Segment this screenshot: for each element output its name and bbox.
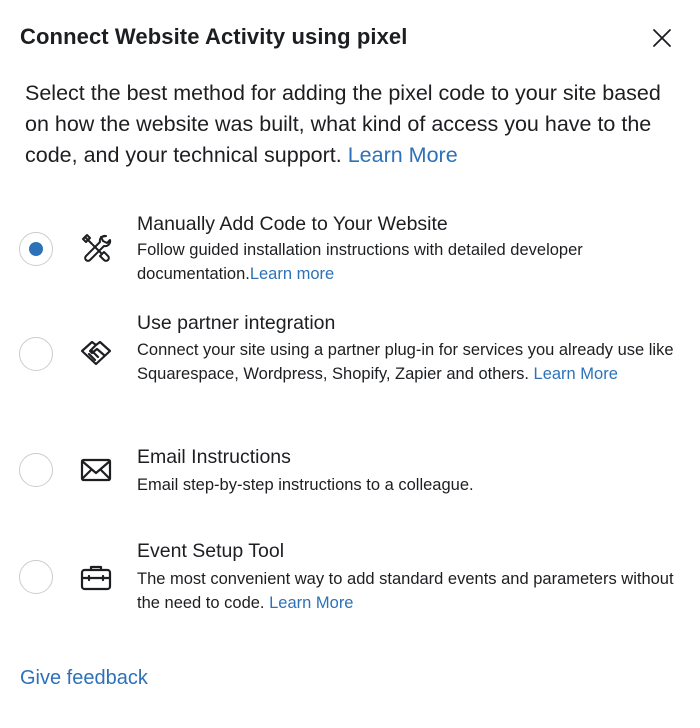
option-title: Use partner integration bbox=[137, 312, 336, 334]
radio-event-setup-tool[interactable] bbox=[19, 560, 53, 594]
option-description-text: Email step-by-step instructions to a col… bbox=[137, 476, 474, 494]
radio-partner-integration[interactable] bbox=[19, 337, 53, 371]
option-description: The most convenient way to add standard … bbox=[137, 568, 677, 615]
intro-text: Select the best method for adding the pi… bbox=[25, 81, 661, 167]
envelope-icon bbox=[80, 458, 112, 482]
handshake-icon bbox=[80, 340, 112, 366]
option-learn-more-link[interactable]: Learn More bbox=[534, 365, 618, 383]
option-description: Follow guided installation instructions … bbox=[137, 239, 677, 286]
option-learn-more-link[interactable]: Learn more bbox=[250, 265, 334, 283]
close-button[interactable] bbox=[648, 24, 676, 52]
dialog-intro: Select the best method for adding the pi… bbox=[25, 78, 675, 171]
option-title: Manually Add Code to Your Website bbox=[137, 213, 448, 235]
option-title: Event Setup Tool bbox=[137, 540, 285, 562]
intro-learn-more-link[interactable]: Learn More bbox=[348, 143, 458, 167]
option-description: Email step-by-step instructions to a col… bbox=[137, 474, 677, 498]
connect-pixel-dialog: Connect Website Activity using pixel Sel… bbox=[0, 0, 700, 728]
option-description: Connect your site using a partner plug-i… bbox=[137, 339, 677, 386]
radio-email-instructions[interactable] bbox=[19, 453, 53, 487]
dialog-title: Connect Website Activity using pixel bbox=[20, 24, 408, 49]
option-description-text: The most convenient way to add standard … bbox=[137, 570, 674, 612]
tools-icon bbox=[82, 234, 112, 262]
option-title: Email Instructions bbox=[137, 446, 291, 468]
give-feedback-link[interactable]: Give feedback bbox=[20, 667, 148, 690]
option-learn-more-link[interactable]: Learn More bbox=[269, 594, 353, 612]
radio-manual-code[interactable] bbox=[19, 232, 53, 266]
option-description-text: Follow guided installation instructions … bbox=[137, 241, 583, 283]
toolbox-icon bbox=[80, 565, 112, 591]
close-icon bbox=[653, 29, 671, 47]
